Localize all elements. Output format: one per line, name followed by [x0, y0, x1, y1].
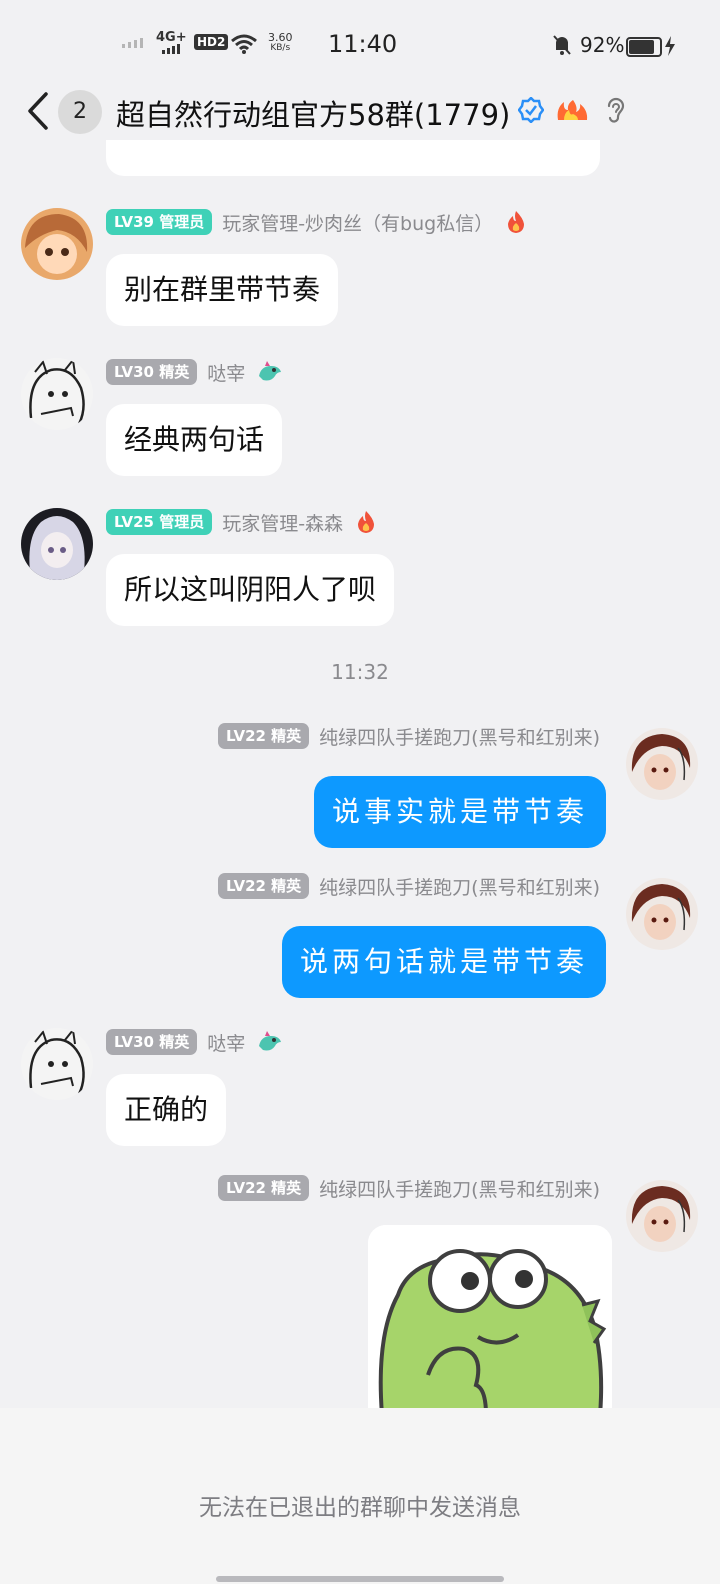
bell-muted-icon	[553, 35, 571, 55]
sender-meta: LV25 管理员 玩家管理-森森	[106, 508, 377, 536]
status-bar: 4G+ HD2 3.60 KB/s 11:40 92%	[0, 0, 720, 90]
avatar-image	[21, 508, 93, 580]
charging-icon	[665, 36, 675, 56]
avatar-image	[21, 1028, 93, 1100]
avatar[interactable]	[626, 1180, 698, 1252]
avatar-image	[626, 878, 698, 950]
group-title[interactable]: 超自然行动组官方58群(1779)	[116, 92, 510, 134]
sender-meta: LV39 管理员 玩家管理-炒肉丝（有bug私信）	[106, 208, 527, 236]
sender-name[interactable]: 哒宰	[207, 1029, 245, 1056]
ear-icon[interactable]	[604, 96, 626, 126]
level-badge: LV30 精英	[106, 359, 198, 385]
level-badge: LV39 管理员	[106, 209, 213, 235]
clock: 11:40	[328, 30, 398, 58]
level-badge: LV25 管理员	[106, 509, 213, 535]
avatar-image	[626, 728, 698, 800]
message-bubble[interactable]: 正确的	[106, 1074, 227, 1146]
message-bubble[interactable]: 所以这叫阴阳人了呗	[106, 554, 395, 626]
level-badge: LV22 精英	[217, 1175, 310, 1201]
sender-meta: LV22 精英 纯绿四队手搓跑刀(黑号和红别来)	[217, 722, 600, 750]
sender-meta: LV30 精英 哒宰	[106, 1028, 283, 1056]
avatar[interactable]	[626, 878, 698, 950]
level-badge: LV22 精英	[217, 723, 310, 749]
verified-badge-icon	[518, 97, 544, 123]
message-bubble[interactable]: 说事实就是带节奏	[313, 776, 606, 848]
sender-meta: LV22 精英 纯绿四队手搓跑刀(黑号和红别来)	[217, 872, 600, 900]
message-bubble[interactable]: 说两句话就是带节奏	[281, 926, 606, 998]
flame-icon	[358, 511, 375, 533]
hot-group-icon	[557, 100, 588, 120]
signal-icon	[122, 38, 143, 48]
home-indicator[interactable]	[216, 1576, 504, 1582]
avatar[interactable]	[21, 1028, 93, 1100]
previous-message-bubble[interactable]	[106, 140, 600, 176]
cellular-signal-icon	[162, 44, 180, 54]
frog-sticker-image	[368, 1225, 612, 1415]
level-badge: LV30 精英	[106, 1029, 198, 1055]
sender-name[interactable]: 纯绿四队手搓跑刀(黑号和红别来)	[319, 873, 600, 900]
sender-meta: LV30 精英 哒宰	[106, 358, 283, 386]
flame-icon	[508, 211, 525, 233]
sticker-message[interactable]	[368, 1225, 612, 1415]
cannot-send-notice: 无法在已退出的群聊中发送消息	[199, 1495, 521, 1521]
battery-icon	[626, 37, 662, 57]
avatar-image	[626, 1180, 698, 1252]
dragon-icon	[259, 1031, 282, 1051]
message-bubble[interactable]: 别在群里带节奏	[106, 254, 339, 326]
sender-name[interactable]: 纯绿四队手搓跑刀(黑号和红别来)	[319, 723, 600, 750]
avatar[interactable]	[21, 208, 93, 280]
battery-percent: 92%	[580, 33, 625, 57]
avatar[interactable]	[21, 358, 93, 430]
avatar-image	[21, 358, 93, 430]
avatar-image	[21, 208, 93, 280]
sender-name[interactable]: 玩家管理-炒肉丝（有bug私信）	[222, 209, 493, 236]
hd-voice-icon: HD2	[194, 34, 229, 50]
level-badge: LV22 精英	[217, 873, 310, 899]
message-bubble[interactable]: 经典两句话	[106, 404, 283, 476]
unread-count-badge[interactable]: 2	[58, 90, 102, 134]
network-type: 4G+	[156, 30, 187, 45]
wifi-icon	[231, 34, 257, 54]
sender-meta: LV22 精英 纯绿四队手搓跑刀(黑号和红别来)	[217, 1174, 600, 1202]
back-button[interactable]	[22, 88, 56, 134]
sender-name[interactable]: 纯绿四队手搓跑刀(黑号和红别来)	[319, 1175, 600, 1202]
dragon-icon	[259, 361, 282, 381]
sender-name[interactable]: 玩家管理-森森	[222, 509, 343, 536]
sender-name[interactable]: 哒宰	[207, 359, 245, 386]
input-disabled-bar: 无法在已退出的群聊中发送消息	[0, 1408, 720, 1584]
avatar[interactable]	[626, 728, 698, 800]
network-speed: 3.60 KB/s	[268, 31, 293, 53]
chat-timestamp: 11:32	[331, 660, 389, 684]
avatar[interactable]	[21, 508, 93, 580]
